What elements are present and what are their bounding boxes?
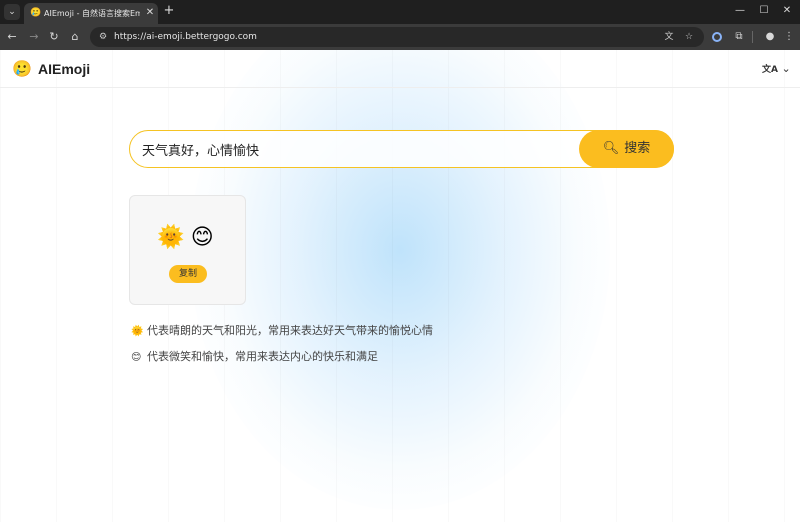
extension-icon[interactable] [709,29,725,45]
site-header: 🥲 AIEmoji 文A ⌄ [0,50,800,88]
translate-icon[interactable]: 文 [662,30,676,44]
profile-icon[interactable]: ● [762,29,778,45]
bookmark-star-icon[interactable]: ☆ [682,30,696,44]
description-text: 代表微笑和愉快，常用来表达内心的快乐和满足 [147,350,378,363]
search-input[interactable] [142,139,562,159]
page-content: 🥲 AIEmoji 文A ⌄ 🔍︎搜索 🌞😊 复制 🌞代表晴朗的天气和阳光，常用… [0,50,800,522]
language-icon: 文A [762,65,778,75]
chevron-down-icon: ⌄ [781,62,791,75]
close-window-button[interactable]: ✕ [779,4,795,18]
description-item: 😊 代表微笑和愉快，常用来表达内心的快乐和满足 [131,350,378,365]
logo-text[interactable]: AIEmoji [38,60,90,78]
extensions-puzzle-icon[interactable]: ⧉ [731,29,747,45]
toolbar-divider [752,31,753,43]
url-text[interactable]: https://ai-emoji.bettergogo.com [114,31,257,43]
address-bar[interactable]: ⚙ https://ai-emoji.bettergogo.com 文 ☆ [90,27,704,47]
minimize-button[interactable]: — [732,4,748,18]
tab-favicon-icon: 🥲 [30,8,42,18]
home-button[interactable]: ⌂ [67,29,83,45]
smile-emoji-icon: 😊 [131,352,142,363]
emoji-result-card: 🌞😊 复制 [129,195,246,305]
description-text: 代表晴朗的天气和阳光，常用来表达好天气带来的愉悦心情 [147,324,433,337]
language-switcher[interactable]: 文A ⌄ [762,61,792,77]
forward-button[interactable]: → [26,29,42,45]
site-settings-icon[interactable]: ⚙ [96,30,110,44]
description-item: 🌞 代表晴朗的天气和阳光，常用来表达好天气带来的愉悦心情 [131,324,433,339]
browser-tab[interactable]: 🥲 AIEmoji - 自然语言搜索Emoji ✕ [24,3,158,24]
logo-emoji-icon[interactable]: 🥲 [12,59,32,79]
search-button-label: 搜索 [624,140,651,156]
copy-button[interactable]: 复制 [169,265,207,283]
sun-emoji-icon: 🌞 [131,326,144,337]
result-emojis: 🌞😊 [157,225,220,250]
new-tab-button[interactable]: + [162,4,176,18]
search-bar: 🔍︎搜索 [129,129,674,168]
browser-tab-strip: ⌄ 🥲 AIEmoji - 自然语言搜索Emoji ✕ + — ☐ ✕ [0,0,800,24]
maximize-button[interactable]: ☐ [756,4,772,18]
tab-search-chevron-icon[interactable]: ⌄ [4,4,20,20]
tab-close-icon[interactable]: ✕ [144,7,156,19]
reload-button[interactable]: ↻ [46,29,62,45]
tab-title: AIEmoji - 自然语言搜索Emoji [44,9,140,18]
search-icon: 🔍︎ [602,140,620,156]
background-grid [0,50,800,522]
menu-kebab-icon[interactable]: ⋮ [781,29,797,45]
back-button[interactable]: ← [4,29,20,45]
search-button[interactable]: 🔍︎ 搜索 [579,129,674,168]
browser-toolbar: ← → ↻ ⌂ ⚙ https://ai-emoji.bettergogo.co… [0,24,800,50]
